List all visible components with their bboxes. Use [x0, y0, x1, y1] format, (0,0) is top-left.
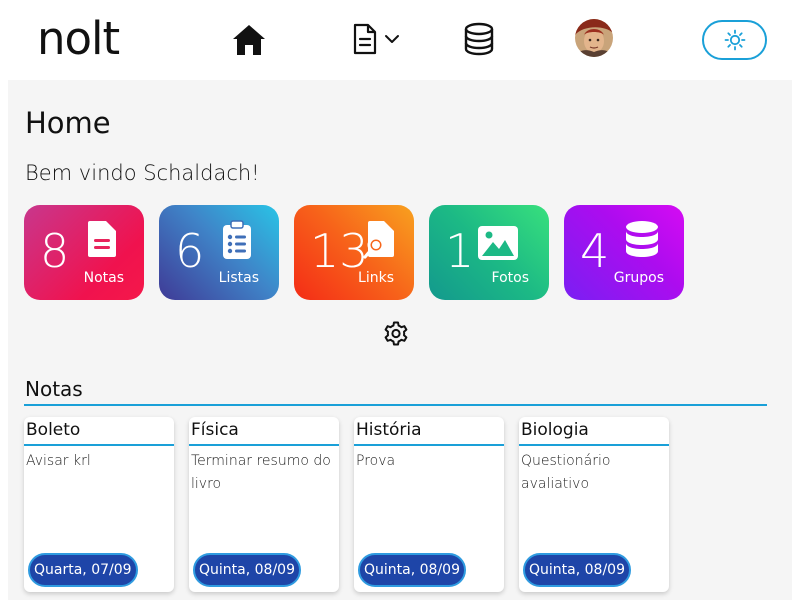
top-navbar: nolt: [0, 0, 800, 80]
gear-icon: [384, 321, 408, 346]
file-search-icon: [363, 221, 394, 259]
page-title: Home: [25, 106, 111, 140]
note-date-badge: Quinta, 08/09: [193, 553, 301, 587]
stat-card-links[interactable]: 13 Links: [294, 205, 414, 300]
stat-card-fotos[interactable]: 1 Fotos: [429, 205, 549, 300]
note-icon: [88, 221, 116, 257]
note-card[interactable]: História Prova Quinta, 08/09: [354, 417, 504, 592]
settings-button[interactable]: [382, 320, 410, 348]
image-icon: [478, 226, 518, 260]
stat-card-listas[interactable]: 6 Listas: [159, 205, 279, 300]
section-divider: [24, 404, 767, 406]
note-divider: [519, 444, 669, 446]
sun-icon: [724, 29, 745, 51]
document-icon: [353, 23, 377, 55]
note-body: Avisar krl: [26, 453, 91, 469]
note-title: Boleto: [26, 420, 81, 440]
section-title-notas: Notas: [25, 377, 83, 401]
note-card[interactable]: Biologia Questionário avaliativo Quinta,…: [519, 417, 669, 592]
stat-label: Links: [358, 270, 394, 286]
note-card[interactable]: Física Terminar resumo do livro Quinta, …: [189, 417, 339, 592]
note-body: Prova: [356, 453, 396, 469]
note-date-badge: Quarta, 07/09: [28, 553, 138, 587]
stat-label: Notas: [83, 270, 124, 286]
note-body: Questionário avaliativo: [521, 453, 611, 492]
avatar: [575, 19, 613, 57]
database-icon: [464, 22, 494, 56]
welcome-message: Bem vindo Schaldach!: [25, 161, 260, 185]
note-date-badge: Quinta, 08/09: [358, 553, 466, 587]
theme-toggle-button[interactable]: [702, 20, 767, 60]
stat-count: 1: [445, 224, 475, 278]
stat-card-grupos[interactable]: 4 Grupos: [564, 205, 684, 300]
main-panel: Home Bem vindo Schaldach! 8 Notas 6 List…: [8, 80, 792, 600]
app-logo[interactable]: nolt: [37, 13, 120, 65]
note-title: Física: [191, 420, 239, 440]
note-date-badge: Quinta, 08/09: [523, 553, 631, 587]
stat-card-notas[interactable]: 8 Notas: [24, 205, 144, 300]
nav-database-button[interactable]: [461, 20, 497, 58]
note-divider: [24, 444, 174, 446]
stat-label: Listas: [218, 270, 259, 286]
database-icon: [626, 221, 658, 257]
clipboard-list-icon: [223, 220, 251, 259]
stat-count: 8: [40, 224, 70, 278]
stat-label: Grupos: [613, 270, 664, 286]
note-title: História: [356, 420, 422, 440]
user-avatar[interactable]: [575, 19, 613, 57]
note-body: Terminar resumo do livro: [191, 453, 331, 492]
note-title: Biologia: [521, 420, 589, 440]
note-card[interactable]: Boleto Avisar krl Quarta, 07/09: [24, 417, 174, 592]
stat-label: Fotos: [491, 270, 529, 286]
stat-count: 4: [580, 224, 610, 278]
note-divider: [354, 444, 504, 446]
nav-documents-dropdown[interactable]: [348, 20, 404, 58]
home-icon: [233, 25, 265, 55]
stat-count: 6: [175, 224, 205, 278]
chevron-down-icon: [385, 35, 399, 43]
note-divider: [189, 444, 339, 446]
nav-home-button[interactable]: [230, 22, 268, 58]
